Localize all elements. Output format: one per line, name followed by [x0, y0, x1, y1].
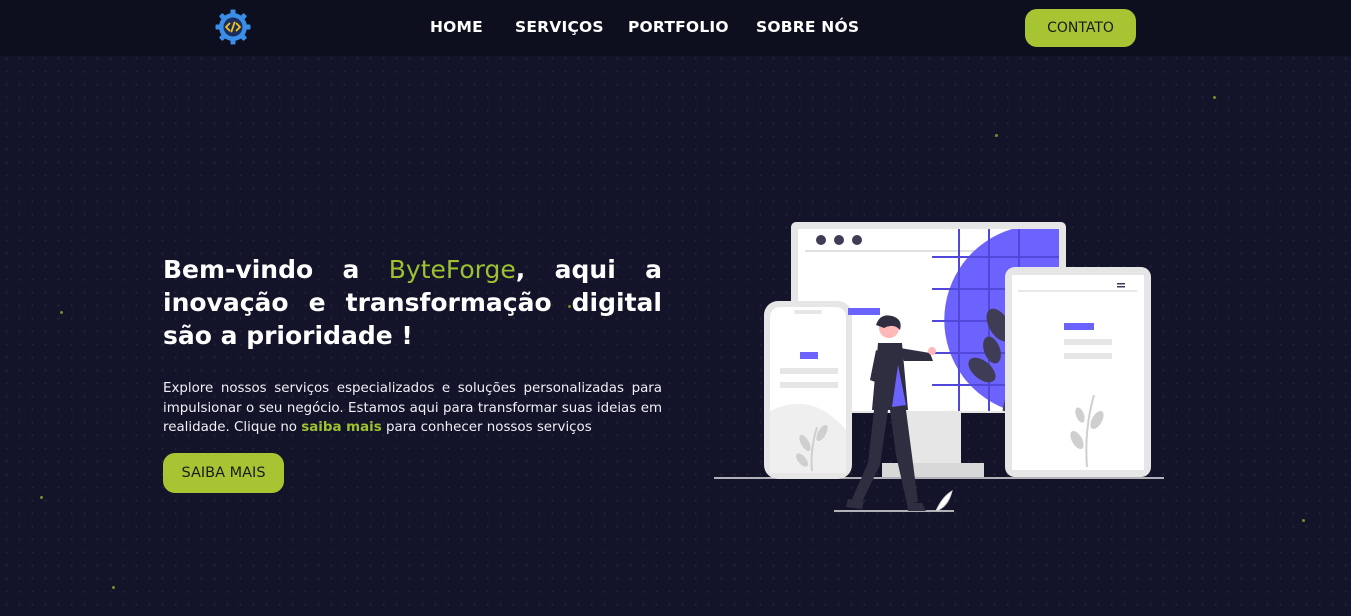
background-spark: [60, 311, 63, 314]
responsive-devices-illustration: [714, 222, 1164, 512]
hero-title-text: Bem-vindo a: [163, 255, 389, 284]
nav-link-sobre-nos[interactable]: SOBRE NÓS: [756, 18, 859, 36]
background-spark: [1213, 96, 1216, 99]
top-navbar: HOME SERVIÇOS PORTFOLIO SOBRE NÓS CONTAT…: [0, 0, 1351, 56]
nav-link-home[interactable]: HOME: [430, 18, 483, 36]
brand-name: ByteForge: [388, 255, 516, 284]
saiba-mais-button[interactable]: SAIBA MAIS: [163, 453, 284, 493]
gear-code-logo-icon[interactable]: [214, 8, 252, 46]
nav-link-servicos[interactable]: SERVIÇOS: [515, 18, 604, 36]
background-spark: [995, 134, 998, 137]
contact-button[interactable]: CONTATO: [1025, 9, 1136, 47]
background-spark: [1302, 519, 1305, 522]
hero-description: Explore nossos serviços especializados e…: [163, 379, 662, 438]
saiba-mais-link[interactable]: saiba mais: [301, 420, 381, 435]
background-spark: [40, 496, 43, 499]
hero-description-text: para conhecer nossos serviços: [381, 420, 592, 435]
nav-link-portfolio[interactable]: PORTFOLIO: [628, 18, 729, 36]
hero-title: Bem-vindo a ByteForge, aqui a inovação e…: [163, 253, 662, 352]
background-spark: [112, 586, 115, 589]
